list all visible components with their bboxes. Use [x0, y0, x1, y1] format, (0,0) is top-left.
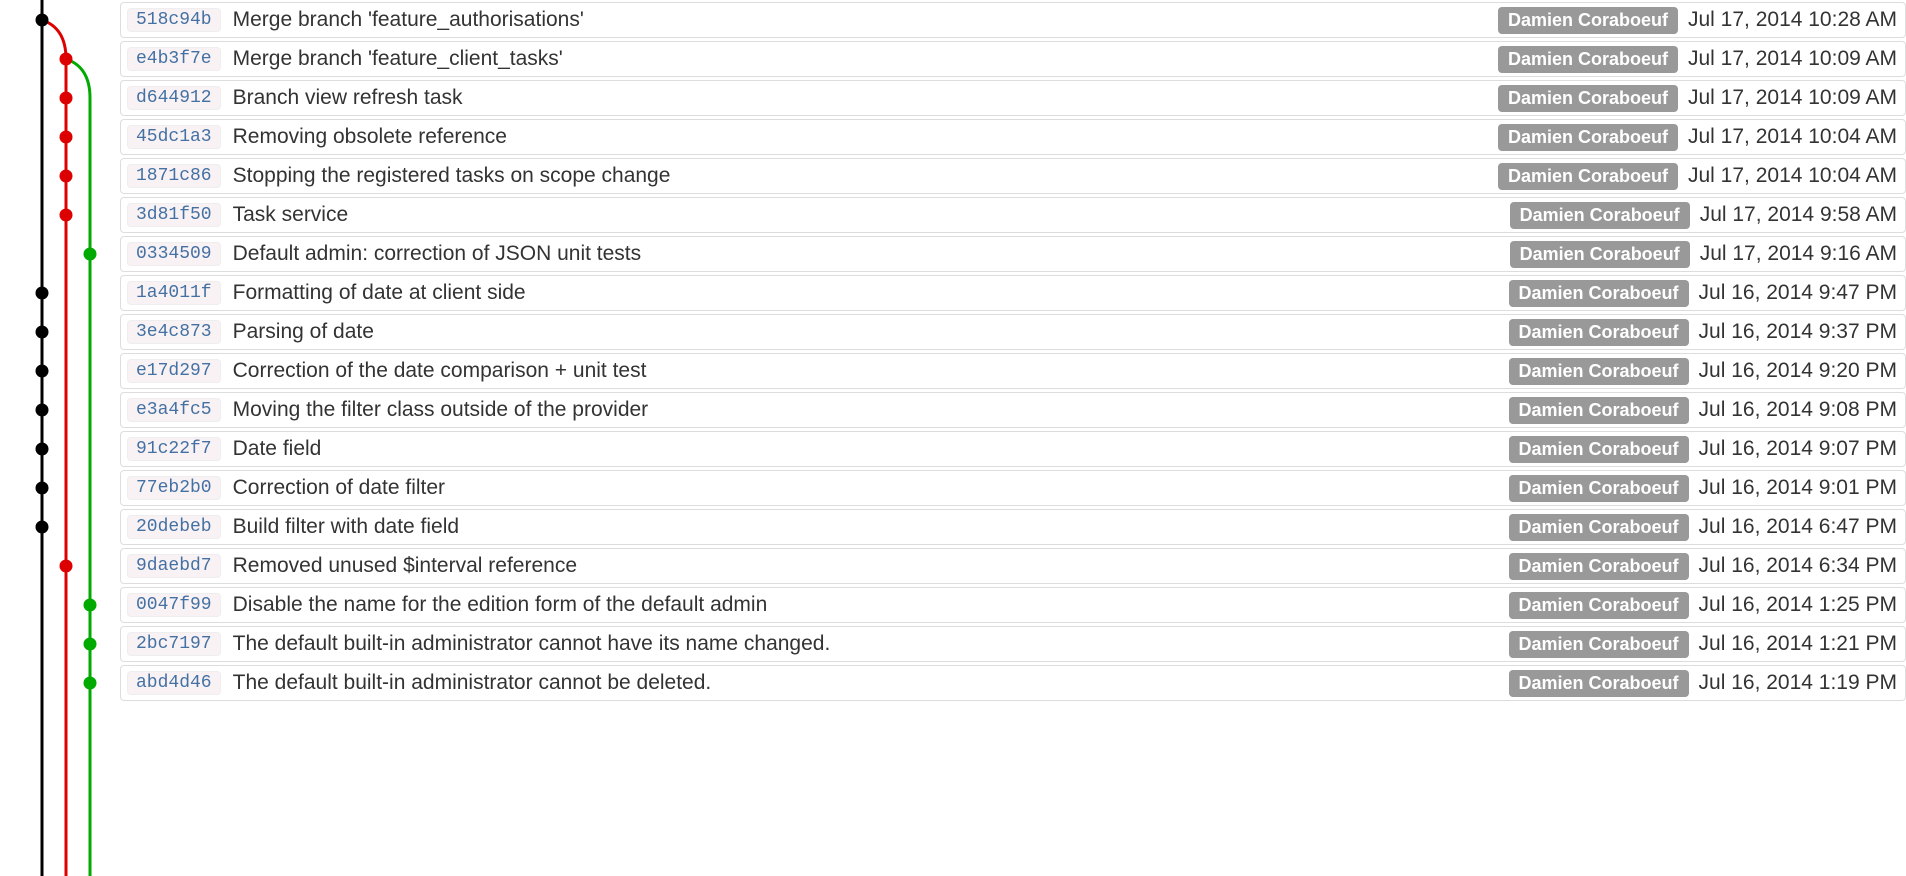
commit-row[interactable]: 518c94b Merge branch 'feature_authorisati…: [120, 2, 1906, 38]
commit-row[interactable]: 9daebd7 Removed unused $interval referenc…: [120, 548, 1906, 584]
commit-author-badge: Damien Coraboeuf: [1510, 241, 1690, 268]
commit-sha[interactable]: 3d81f50: [127, 203, 221, 227]
commit-date: Jul 17, 2014 10:28 AM: [1688, 8, 1897, 32]
commit-date: Jul 16, 2014 9:01 PM: [1699, 476, 1897, 500]
commit-message: Merge branch 'feature_client_tasks': [233, 47, 1498, 71]
commit-author-badge: Damien Coraboeuf: [1498, 124, 1678, 151]
commit-message: The default built-in administrator canno…: [233, 671, 1509, 695]
commit-row[interactable]: 20debeb Build filter with date fieldDamie…: [120, 509, 1906, 545]
commit-author-badge: Damien Coraboeuf: [1509, 280, 1689, 307]
commit-author-badge: Damien Coraboeuf: [1509, 319, 1689, 346]
commit-message: Removing obsolete reference: [233, 125, 1498, 149]
commit-sha[interactable]: 9daebd7: [127, 554, 221, 578]
commit-row[interactable]: abd4d46 The default built-in administrato…: [120, 665, 1906, 701]
commit-row[interactable]: 1871c86 Stopping the registered tasks on …: [120, 158, 1906, 194]
commit-sha[interactable]: 77eb2b0: [127, 476, 221, 500]
commit-author-badge: Damien Coraboeuf: [1509, 475, 1689, 502]
commit-date: Jul 16, 2014 9:20 PM: [1699, 359, 1897, 383]
commit-author-badge: Damien Coraboeuf: [1510, 202, 1690, 229]
commit-date: Jul 16, 2014 1:19 PM: [1699, 671, 1897, 695]
commit-row[interactable]: 0334509 Default admin: correction of JSON…: [120, 236, 1906, 272]
commit-row[interactable]: e4b3f7e Merge branch 'feature_client_task…: [120, 41, 1906, 77]
commit-sha[interactable]: e3a4fc5: [127, 398, 221, 422]
commit-row[interactable]: e17d297 Correction of the date comparison…: [120, 353, 1906, 389]
commit-message: Disable the name for the edition form of…: [233, 593, 1509, 617]
commit-graph: [0, 0, 120, 876]
commit-sha[interactable]: 91c22f7: [127, 437, 221, 461]
commit-date: Jul 17, 2014 10:09 AM: [1688, 86, 1897, 110]
commit-message: Merge branch 'feature_authorisations': [233, 8, 1498, 32]
commit-date: Jul 17, 2014 10:04 AM: [1688, 164, 1897, 188]
commit-message: Default admin: correction of JSON unit t…: [233, 242, 1510, 266]
commit-message: Parsing of date: [233, 320, 1509, 344]
commit-date: Jul 16, 2014 9:07 PM: [1699, 437, 1897, 461]
commit-sha[interactable]: 45dc1a3: [127, 125, 221, 149]
commit-row[interactable]: 91c22f7 Date fieldDamien Coraboeuf Jul 16,…: [120, 431, 1906, 467]
commit-message: Correction of date filter: [233, 476, 1509, 500]
commit-author-badge: Damien Coraboeuf: [1509, 592, 1689, 619]
commit-sha[interactable]: 0047f99: [127, 593, 221, 617]
commit-author-badge: Damien Coraboeuf: [1498, 163, 1678, 190]
commit-author-badge: Damien Coraboeuf: [1509, 514, 1689, 541]
commit-date: Jul 17, 2014 9:58 AM: [1700, 203, 1897, 227]
commit-sha[interactable]: 1871c86: [127, 164, 221, 188]
commit-message: Removed unused $interval reference: [233, 554, 1509, 578]
commit-author-badge: Damien Coraboeuf: [1498, 7, 1678, 34]
commit-message: Moving the filter class outside of the p…: [233, 398, 1509, 422]
commit-message: The default built-in administrator canno…: [233, 632, 1509, 656]
commit-date: Jul 17, 2014 10:09 AM: [1688, 47, 1897, 71]
commit-date: Jul 16, 2014 1:21 PM: [1699, 632, 1897, 656]
commit-date: Jul 16, 2014 1:25 PM: [1699, 593, 1897, 617]
commit-row[interactable]: 2bc7197 The default built-in administrato…: [120, 626, 1906, 662]
commit-date: Jul 16, 2014 9:47 PM: [1699, 281, 1897, 305]
commit-date: Jul 16, 2014 6:47 PM: [1699, 515, 1897, 539]
commit-sha[interactable]: 1a4011f: [127, 281, 221, 305]
commit-date: Jul 17, 2014 9:16 AM: [1700, 242, 1897, 266]
commit-sha[interactable]: 0334509: [127, 242, 221, 266]
commit-row[interactable]: 3d81f50 Task serviceDamien Coraboeuf Jul 1…: [120, 197, 1906, 233]
commit-sha[interactable]: e17d297: [127, 359, 221, 383]
commit-row[interactable]: 0047f99 Disable the name for the edition …: [120, 587, 1906, 623]
commit-list: 518c94b Merge branch 'feature_authorisati…: [120, 0, 1906, 876]
commit-row[interactable]: 45dc1a3 Removing obsolete referenceDamien…: [120, 119, 1906, 155]
commit-author-badge: Damien Coraboeuf: [1509, 358, 1689, 385]
commit-author-badge: Damien Coraboeuf: [1498, 85, 1678, 112]
commit-row[interactable]: 77eb2b0 Correction of date filterDamien C…: [120, 470, 1906, 506]
commit-row[interactable]: 3e4c873 Parsing of dateDamien Coraboeuf Ju…: [120, 314, 1906, 350]
commit-row[interactable]: e3a4fc5 Moving the filter class outside o…: [120, 392, 1906, 428]
commit-message: Build filter with date field: [233, 515, 1509, 539]
commit-date: Jul 17, 2014 10:04 AM: [1688, 125, 1897, 149]
commit-message: Branch view refresh task: [233, 86, 1498, 110]
commit-author-badge: Damien Coraboeuf: [1509, 436, 1689, 463]
commit-sha[interactable]: e4b3f7e: [127, 47, 221, 71]
commit-author-badge: Damien Coraboeuf: [1509, 631, 1689, 658]
commit-message: Correction of the date comparison + unit…: [233, 359, 1509, 383]
commit-date: Jul 16, 2014 6:34 PM: [1699, 554, 1897, 578]
commit-sha[interactable]: 518c94b: [127, 8, 221, 32]
commit-message: Date field: [233, 437, 1509, 461]
commit-date: Jul 16, 2014 9:08 PM: [1699, 398, 1897, 422]
commit-author-badge: Damien Coraboeuf: [1509, 670, 1689, 697]
commit-message: Stopping the registered tasks on scope c…: [233, 164, 1498, 188]
commit-sha[interactable]: d644912: [127, 86, 221, 110]
commit-author-badge: Damien Coraboeuf: [1509, 553, 1689, 580]
commit-date: Jul 16, 2014 9:37 PM: [1699, 320, 1897, 344]
commit-sha[interactable]: 3e4c873: [127, 320, 221, 344]
commit-message: Formatting of date at client side: [233, 281, 1509, 305]
commit-message: Task service: [233, 203, 1510, 227]
commit-sha[interactable]: 2bc7197: [127, 632, 221, 656]
commit-sha[interactable]: abd4d46: [127, 671, 221, 695]
commit-sha[interactable]: 20debeb: [127, 515, 221, 539]
commit-author-badge: Damien Coraboeuf: [1498, 46, 1678, 73]
commit-row[interactable]: 1a4011f Formatting of date at client side…: [120, 275, 1906, 311]
commit-row[interactable]: d644912 Branch view refresh taskDamien Co…: [120, 80, 1906, 116]
commit-author-badge: Damien Coraboeuf: [1509, 397, 1689, 424]
